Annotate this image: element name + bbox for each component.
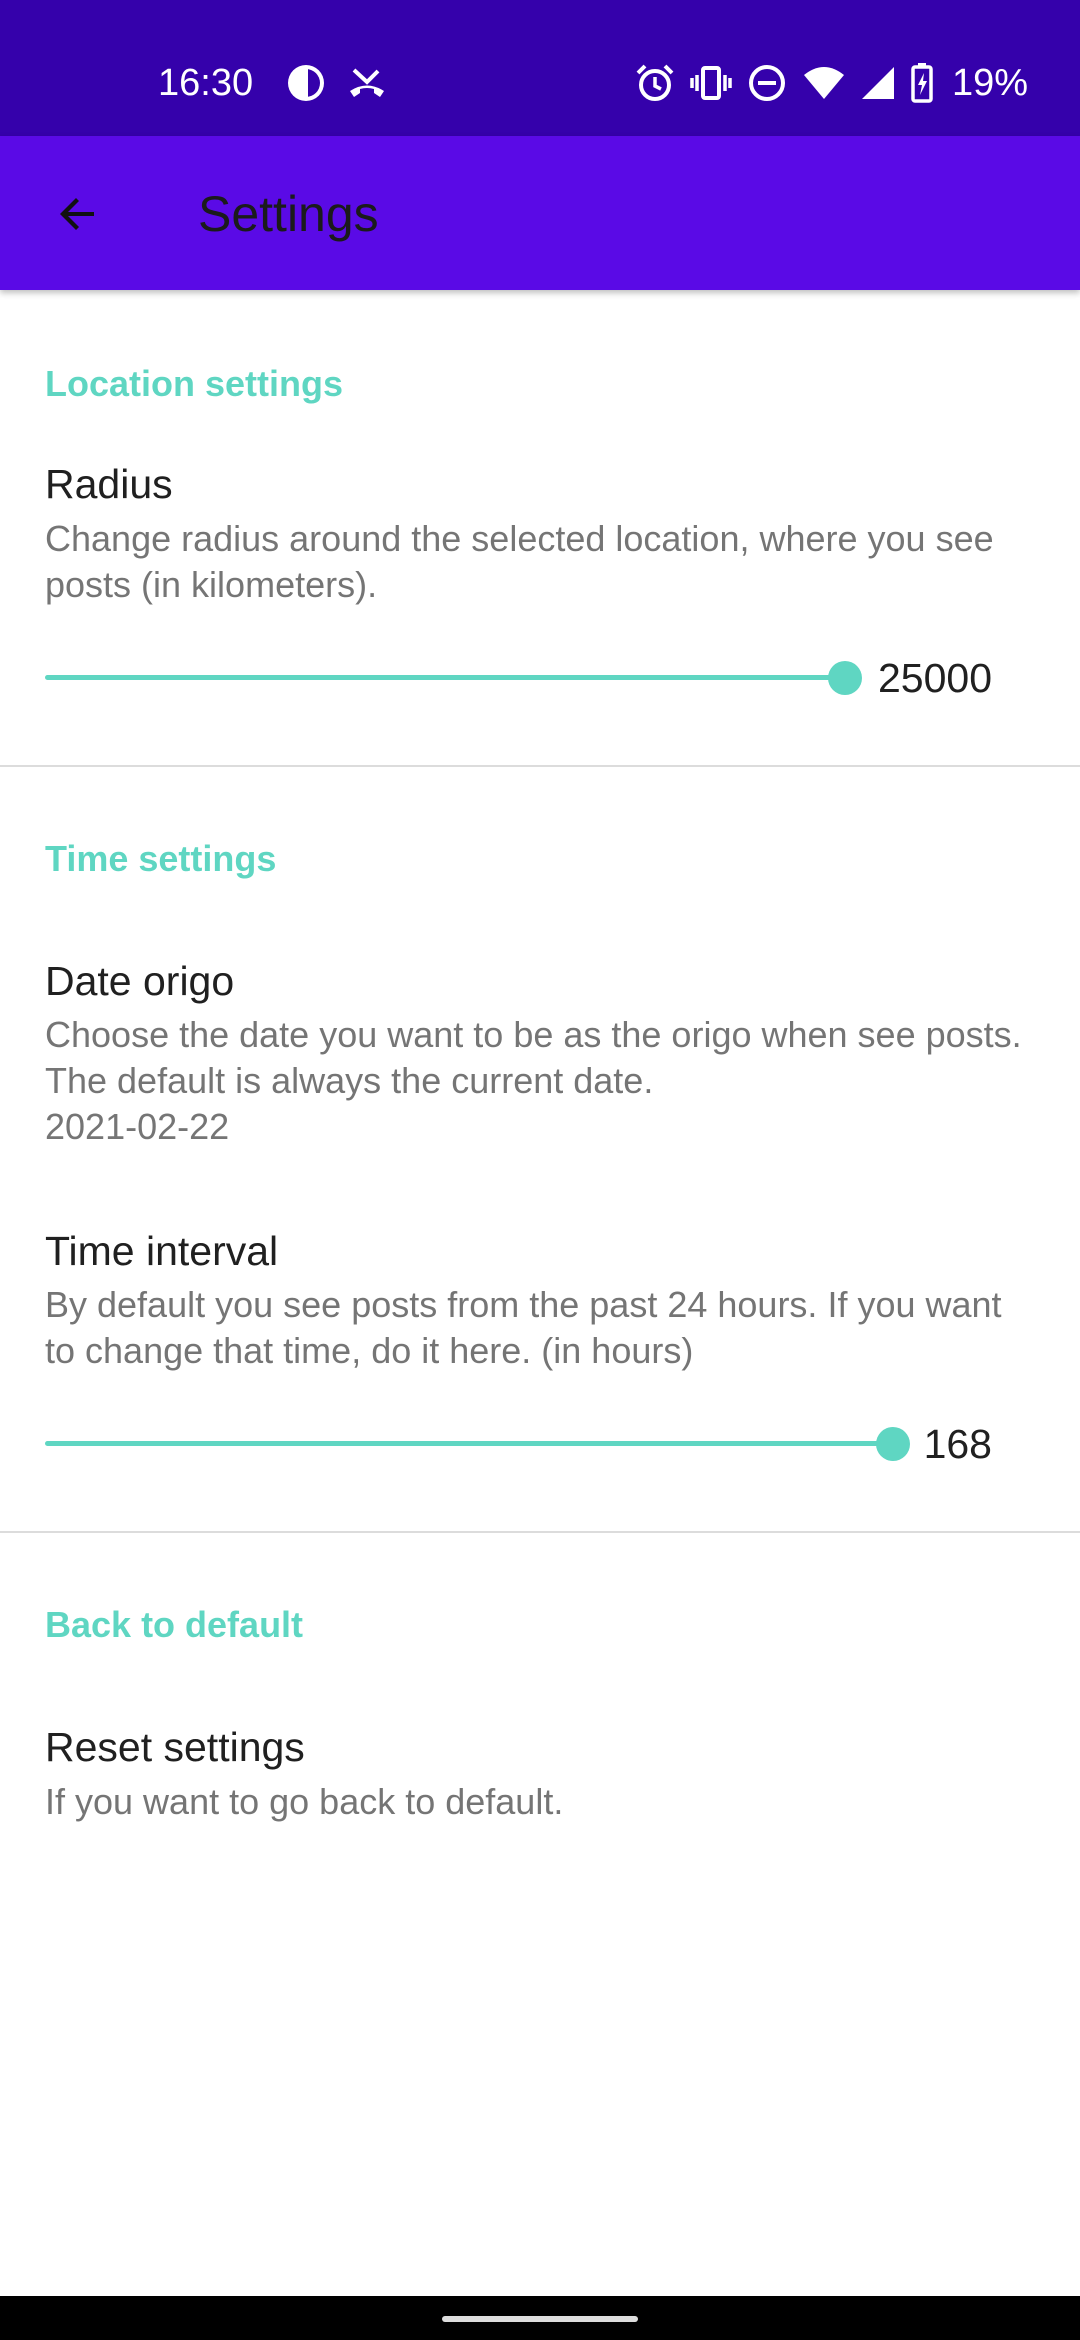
section-header-default: Back to default [45, 1604, 304, 1645]
date-origo-date: 2021-02-22 [45, 1106, 230, 1147]
time-interval-preference[interactable]: Time interval By default you see posts f… [0, 1210, 1080, 1510]
alarm-icon [636, 64, 674, 101]
pie-icon [288, 65, 324, 101]
missed-call-icon [350, 68, 384, 97]
time-interval-slider-thumb[interactable] [876, 1427, 910, 1461]
dnd-icon [748, 65, 785, 101]
divider [0, 1531, 1080, 1533]
radius-title: Radius [45, 461, 173, 507]
status-bar: 16:30 19% [0, 0, 1080, 136]
date-origo-preference[interactable]: Date origo Choose the date you want to b… [0, 935, 1080, 1165]
radius-summary: Change radius around the selected locati… [45, 518, 994, 605]
radius-slider-track[interactable] [45, 675, 845, 680]
vibrate-icon [690, 66, 732, 100]
divider [0, 765, 1080, 767]
reset-settings-summary: If you want to go back to default. [45, 1781, 564, 1822]
battery-percent: 19% [951, 62, 1028, 104]
navigation-bar [0, 2296, 1080, 2340]
wifi-icon [803, 67, 844, 99]
date-origo-title: Date origo [45, 958, 235, 1004]
status-time: 16:30 [158, 62, 254, 104]
reset-settings-title: Reset settings [45, 1724, 305, 1770]
home-handle[interactable] [442, 2316, 638, 2322]
page-title: Settings [198, 186, 379, 242]
radius-value: 25000 [877, 655, 992, 701]
time-interval-value: 168 [923, 1421, 992, 1467]
section-header-time: Time settings [45, 838, 277, 879]
status-icons: 19% [634, 58, 1028, 108]
back-button[interactable] [30, 166, 126, 262]
battery-charging-icon [911, 63, 933, 103]
signal-icon [861, 67, 894, 99]
arrow-back-icon [60, 198, 94, 230]
time-interval-summary: By default you see posts from the past 2… [45, 1284, 1002, 1371]
radius-slider-thumb[interactable] [828, 661, 862, 695]
section-header-location: Location settings [45, 363, 344, 404]
reset-settings-preference[interactable]: Reset settings If you want to go back to… [0, 1700, 1080, 1840]
date-origo-summary: Choose the date you want to be as the or… [45, 1014, 1022, 1101]
radius-preference[interactable]: Radius Change radius around the selected… [0, 440, 1080, 750]
time-interval-slider-track[interactable] [45, 1441, 893, 1446]
time-interval-title: Time interval [45, 1228, 279, 1274]
app-bar: Settings [0, 136, 1080, 290]
